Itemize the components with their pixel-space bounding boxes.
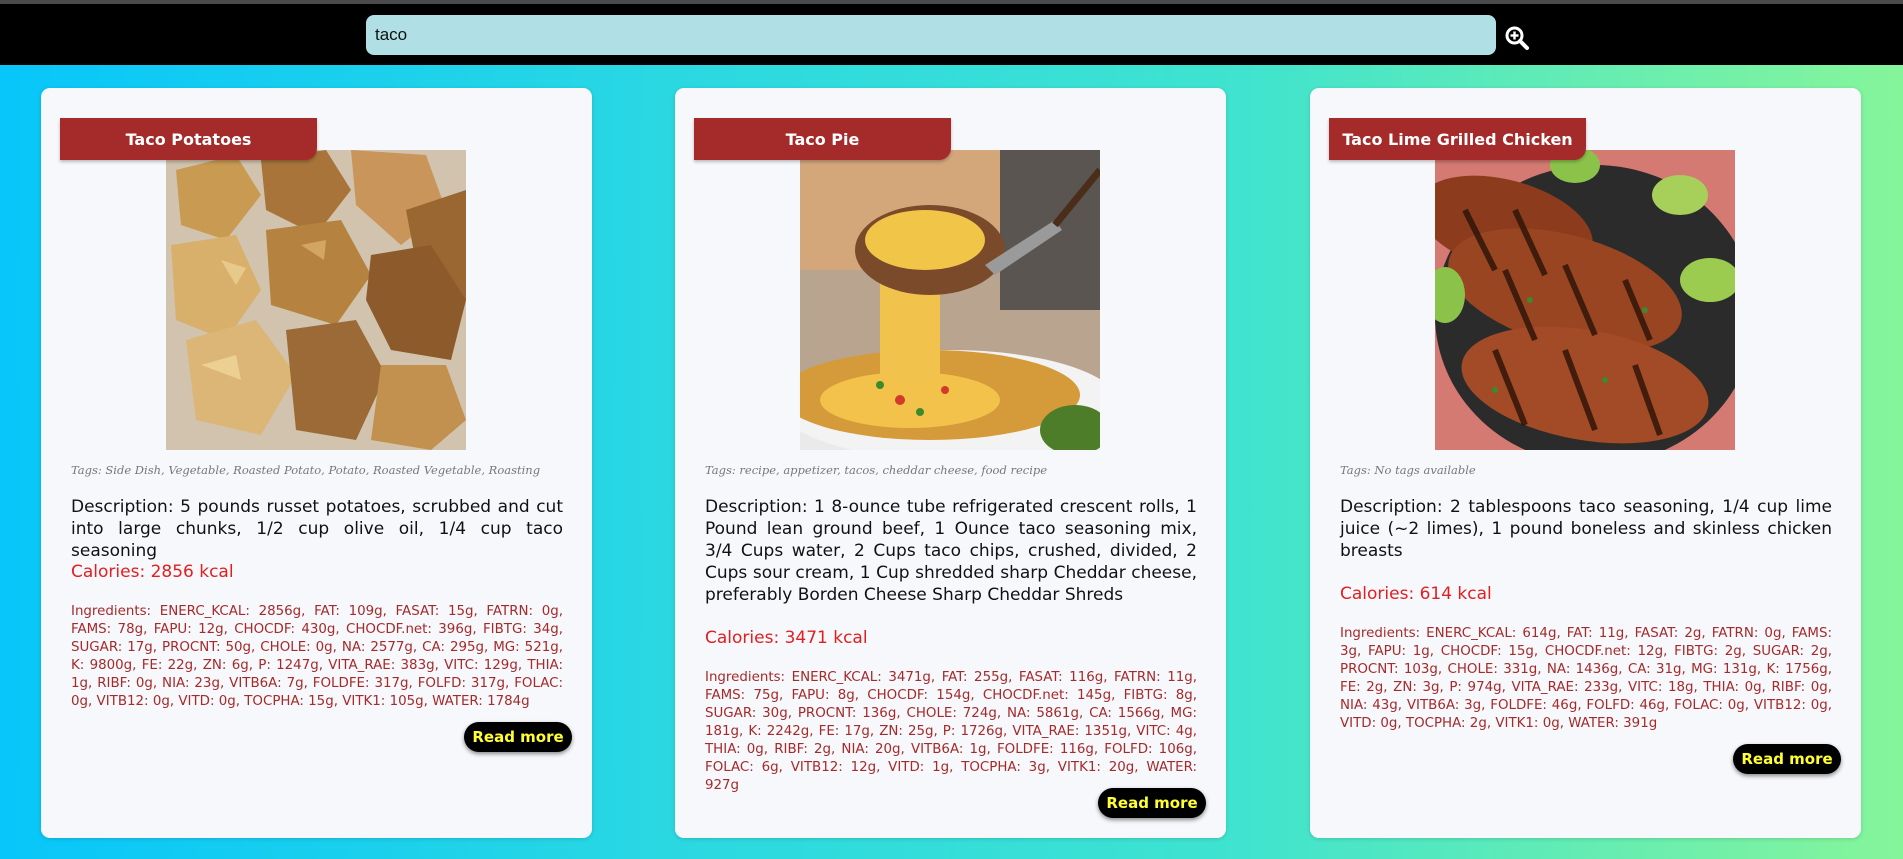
recipe-ingredients: Ingredients: ENERC_KCAL: 2856g, FAT: 109… [71,604,563,709]
recipe-description: Description: 1 8-ounce tube refrigerated… [705,497,1197,605]
search-button[interactable] [1503,24,1531,52]
recipe-card: Taco Pie Tags: recipe, appetizer, tacos,… [675,88,1226,838]
recipe-card: Taco Potatoes Tags: Side Dish, Vegetable… [41,88,592,838]
recipe-description: Description: 5 pounds russet potatoes, s… [71,497,563,561]
search-input[interactable] [366,15,1496,55]
recipe-title: Taco Lime Grilled Chicken [1329,118,1586,160]
zoom-in-icon [1505,26,1529,50]
recipe-ingredients: Ingredients: ENERC_KCAL: 3471g, FAT: 255… [705,670,1197,793]
recipe-calories: Calories: 614 kcal [1340,584,1492,604]
recipe-calories: Calories: 3471 kcal [705,628,868,648]
recipe-tags: Tags: recipe, appetizer, tacos, cheddar … [705,463,1048,477]
recipe-calories: Calories: 2856 kcal [71,562,234,582]
recipe-ingredients: Ingredients: ENERC_KCAL: 614g, FAT: 11g,… [1340,626,1832,731]
read-more-button[interactable]: Read more [1098,788,1206,818]
top-bar [0,0,1903,65]
recipe-image-taco-pie [800,150,1100,450]
recipe-title: Taco Pie [694,118,951,160]
recipe-tags: Tags: Side Dish, Vegetable, Roasted Pota… [71,463,541,477]
read-more-button[interactable]: Read more [464,722,572,752]
read-more-button[interactable]: Read more [1733,744,1841,774]
recipe-description: Description: 2 tablespoons taco seasonin… [1340,497,1832,561]
recipe-card: Taco Lime Grilled Chicken Tags: No tags … [1310,88,1861,838]
recipe-image-potatoes [166,150,466,450]
recipe-image-lime-chicken [1435,150,1735,450]
recipe-title: Taco Potatoes [60,118,317,160]
recipe-tags: Tags: No tags available [1340,463,1476,477]
